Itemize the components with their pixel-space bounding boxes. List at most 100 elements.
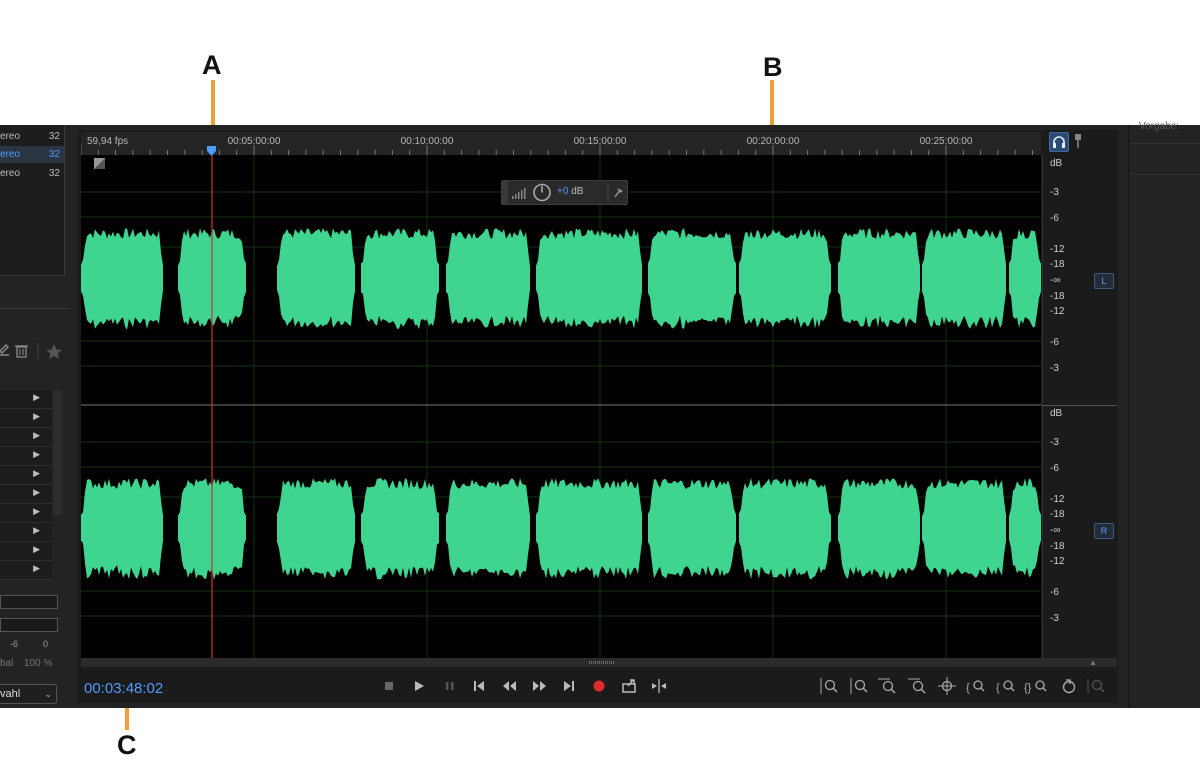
zoom-out-time-icon[interactable] (908, 678, 926, 694)
gain-knob-icon[interactable] (533, 183, 551, 202)
playhead-marker-icon[interactable] (207, 143, 216, 156)
waveform-block-left (922, 228, 1006, 329)
trash-icon[interactable] (15, 345, 28, 358)
favorite-star-icon[interactable] (46, 344, 62, 359)
chevron-right-icon[interactable]: ▶ (33, 468, 40, 479)
stop-icon[interactable] (385, 682, 393, 690)
balance-label: bal (0, 658, 14, 669)
selection-dropdown[interactable]: vahl ⌄ (0, 684, 57, 704)
chevron-right-icon[interactable]: ▶ (33, 544, 40, 555)
play-icon[interactable] (415, 681, 424, 691)
effect-slot[interactable]: ▶ (0, 466, 52, 485)
waveform-block-right (361, 478, 439, 580)
zoom-in-point-icon[interactable]: { (996, 680, 1015, 694)
db-label: -6 (1050, 213, 1059, 224)
db-label: -18 (1050, 509, 1065, 520)
rewind-icon[interactable] (503, 681, 516, 691)
volume-bars-icon (512, 188, 526, 199)
zoom-controls: { { {} (820, 677, 1105, 695)
db-label: dB (1050, 158, 1063, 169)
chevron-right-icon[interactable]: ▶ (33, 506, 40, 517)
db-label: -6 (1050, 337, 1059, 348)
pause-icon[interactable] (446, 682, 454, 690)
effect-slot[interactable]: ▶ (0, 542, 52, 561)
db-label: -12 (1050, 244, 1065, 255)
effect-slot[interactable]: ▶ (0, 561, 52, 580)
input-level-meter (0, 595, 58, 609)
svg-text:{: { (966, 682, 970, 694)
effect-slot[interactable]: ▶ (0, 390, 52, 409)
effect-slot[interactable]: ▶ (0, 523, 52, 542)
effect-slot[interactable]: ▶ (0, 428, 52, 447)
track-bits: 32 (48, 149, 60, 160)
skip-forward-icon[interactable] (564, 681, 574, 691)
waveform-block-left (739, 228, 831, 329)
effect-slot[interactable]: ▶ (0, 409, 52, 428)
svg-text:{: { (996, 682, 1000, 694)
track-row-selected[interactable]: ereo 32 (0, 146, 64, 163)
waveform-block-left (536, 228, 642, 329)
skip-silence-icon[interactable] (652, 679, 666, 693)
db-label: -12 (1050, 306, 1065, 317)
skip-back-icon[interactable] (474, 681, 484, 691)
zoom-out-amplitude-icon[interactable] (850, 678, 868, 694)
effect-slot[interactable]: ▶ (0, 485, 52, 504)
waveform-block-left (648, 228, 736, 329)
chevron-right-icon[interactable]: ▶ (33, 449, 40, 460)
effect-slot[interactable]: ▶ (0, 504, 52, 523)
mic-pin-icon[interactable] (1073, 133, 1083, 149)
headphones-icon[interactable] (1049, 132, 1069, 152)
current-timecode[interactable]: 00:03:48:02 (84, 680, 163, 697)
chevron-right-icon[interactable]: ▶ (33, 563, 40, 574)
zoom-reset-icon[interactable] (1062, 679, 1076, 694)
horizontal-scrollbar[interactable]: ▲ (81, 658, 1117, 667)
chevron-right-icon[interactable]: ▶ (33, 525, 40, 536)
callout-b: B (763, 52, 783, 82)
waveform-block-left (361, 228, 439, 330)
scroll-grip[interactable] (589, 661, 615, 664)
db-label: -18 (1050, 291, 1065, 302)
meter-tick: -6 (10, 639, 19, 649)
zoom-selection-icon[interactable]: { (966, 680, 985, 694)
right-panel: Vorgabe: (1128, 121, 1200, 708)
timeline-ruler[interactable]: 59,94 fps 00:05:00:00 00:10:00:00 00:15:… (81, 132, 1041, 155)
waveform-display[interactable]: +0 dB (81, 155, 1041, 658)
waveform-block-right (1009, 478, 1041, 577)
channel-right-badge[interactable]: R (1094, 523, 1114, 539)
edit-icon[interactable] (0, 344, 9, 356)
track-name: ereo (0, 168, 21, 179)
chevron-right-icon[interactable]: ▶ (33, 430, 40, 441)
zoom-full-icon[interactable] (938, 677, 956, 695)
zoom-out-point-icon[interactable]: {} (1024, 680, 1047, 694)
effect-slot[interactable]: ▶ (0, 447, 52, 466)
spectral-toggle-icon[interactable] (94, 158, 105, 169)
chevron-right-icon[interactable]: ▶ (33, 487, 40, 498)
zoom-in-time-icon[interactable] (878, 678, 896, 694)
scroll-up-icon[interactable]: ▲ (1089, 658, 1097, 667)
track-bits: 32 (48, 168, 60, 179)
track-row[interactable]: ereo 32 (0, 128, 64, 145)
chevron-right-icon[interactable]: ▶ (33, 411, 40, 422)
waveform-block-left (277, 228, 355, 328)
gain-readout: +0 dB (557, 186, 583, 197)
waveform-block-left (1009, 228, 1041, 328)
pin-icon[interactable] (614, 188, 623, 198)
waveform-block-right (739, 478, 831, 580)
db-label: -6 (1050, 587, 1059, 598)
track-bits: 32 (48, 131, 60, 142)
zoom-in-amplitude-icon[interactable] (820, 678, 838, 694)
effects-scrollbar[interactable] (53, 390, 62, 515)
gain-value: +0 (557, 186, 569, 197)
waveform-canvas[interactable] (81, 155, 1041, 658)
fast-forward-icon[interactable] (533, 681, 546, 691)
gain-unit: dB (571, 186, 584, 197)
chevron-right-icon[interactable]: ▶ (33, 392, 40, 403)
record-icon[interactable] (593, 680, 605, 692)
waveform-block-right (277, 478, 355, 579)
loop-export-icon[interactable] (622, 679, 636, 693)
db-label: -6 (1050, 463, 1059, 474)
channel-left-badge[interactable]: L (1094, 273, 1114, 289)
gain-hud[interactable]: +0 dB (501, 180, 628, 205)
track-row[interactable]: ereo 32 (0, 165, 64, 182)
zoom-disabled-icon (1087, 679, 1105, 693)
